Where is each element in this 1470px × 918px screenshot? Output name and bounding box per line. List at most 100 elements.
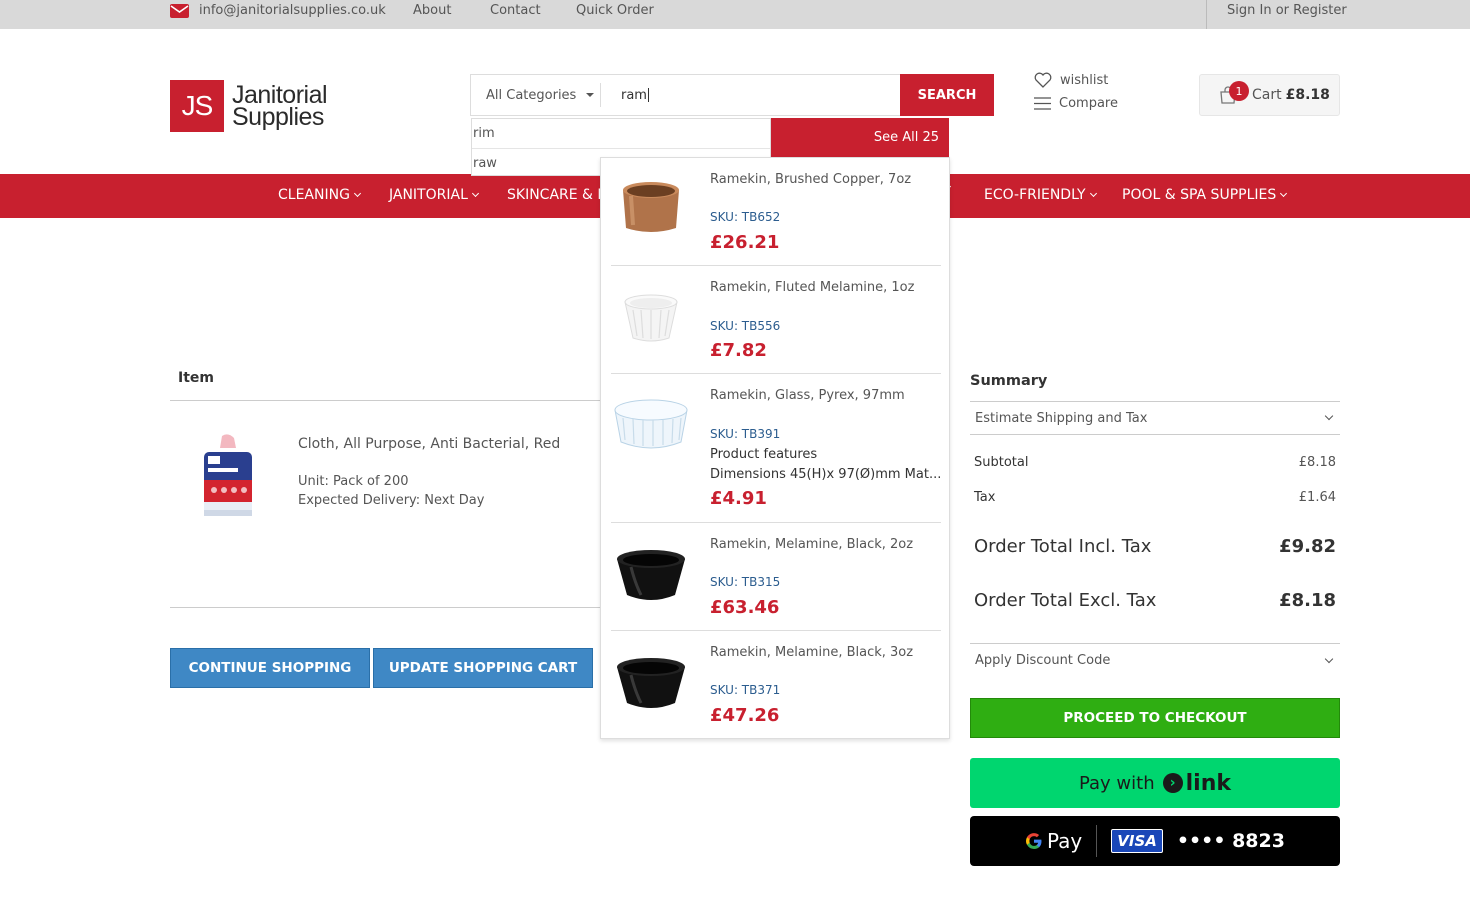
- result-sku: SKU: TB652: [710, 210, 781, 224]
- search-result-item[interactable]: Ramekin, Brushed Copper, 7oz SKU: TB652 …: [611, 158, 941, 266]
- continue-shopping-button[interactable]: CONTINUE SHOPPING: [170, 648, 370, 688]
- result-price: £7.82: [710, 340, 767, 361]
- search-result-item[interactable]: Ramekin, Melamine, Black, 2oz SKU: TB315…: [611, 523, 941, 631]
- gpay-logo: Pay: [1025, 829, 1082, 853]
- pay-with-link-button[interactable]: Pay with › link: [970, 758, 1340, 808]
- about-link[interactable]: About: [413, 3, 451, 18]
- menu-lines-icon: [1034, 97, 1051, 110]
- subtotal-label: Subtotal: [974, 455, 1029, 470]
- compare-link[interactable]: Compare: [1034, 96, 1118, 111]
- estimate-shipping-toggle[interactable]: Estimate Shipping and Tax: [970, 401, 1340, 435]
- product-image[interactable]: [200, 432, 256, 522]
- search-button[interactable]: SEARCH: [900, 74, 994, 116]
- topbar-divider: [1206, 0, 1207, 29]
- visa-card-icon: VISA: [1111, 829, 1163, 853]
- result-sku: SKU: TB391: [710, 427, 781, 441]
- search-result-item[interactable]: Ramekin, Melamine, Black, 3oz SKU: TB371…: [611, 631, 941, 739]
- or-text: or: [1275, 3, 1290, 18]
- cart-count-badge: 1: [1229, 81, 1249, 101]
- search-result-item[interactable]: Ramekin, Glass, Pyrex, 97mm SKU: TB391 P…: [611, 374, 941, 523]
- email-link[interactable]: info@janitorialsupplies.co.uk: [170, 3, 386, 18]
- nav-skincare[interactable]: SKINCARE & H: [507, 187, 608, 203]
- product-unit: Unit: Pack of 200: [298, 474, 409, 489]
- discount-code-toggle[interactable]: Apply Discount Code: [970, 643, 1340, 677]
- gpay-label: Pay: [1047, 829, 1083, 853]
- search-query: ram: [621, 87, 647, 103]
- tax-label: Tax: [974, 490, 996, 505]
- result-name: Ramekin, Fluted Melamine, 1oz: [710, 280, 915, 295]
- subtotal-row: Subtotal £8.18: [974, 455, 1336, 470]
- caret-down-icon: [586, 93, 595, 97]
- result-thumbnail: [623, 182, 679, 232]
- result-name: Ramekin, Glass, Pyrex, 97mm: [710, 388, 905, 403]
- chevron-down-icon: [1324, 411, 1334, 421]
- contact-link[interactable]: Contact: [490, 3, 541, 18]
- arrow-right-icon: ›: [1162, 773, 1183, 793]
- top-bar: info@janitorialsupplies.co.uk About Cont…: [0, 0, 1470, 29]
- category-select[interactable]: All Categories: [471, 83, 601, 107]
- order-total-incl-row: Order Total Incl. Tax £9.82: [974, 536, 1336, 557]
- product-name-link[interactable]: Cloth, All Purpose, Anti Bacterial, Red: [298, 436, 560, 452]
- category-value: All Categories: [486, 87, 577, 103]
- result-name: Ramekin, Brushed Copper, 7oz: [710, 172, 912, 187]
- card-number-masked: •••• 8823: [1176, 830, 1285, 852]
- google-g-icon: [1026, 833, 1042, 849]
- register-link[interactable]: Register: [1293, 3, 1347, 18]
- chevron-down-icon: [471, 189, 479, 198]
- subtotal-value: £8.18: [1298, 455, 1336, 470]
- result-thumbnail: [614, 399, 688, 449]
- paylink-text: Pay with: [1078, 772, 1155, 794]
- update-cart-button[interactable]: UPDATE SHOPPING CART: [373, 648, 593, 688]
- search-result-item[interactable]: Ramekin, Fluted Melamine, 1oz SKU: TB556…: [611, 266, 941, 374]
- wishlist-link[interactable]: wishlist: [1034, 72, 1108, 88]
- email-text: info@janitorialsupplies.co.uk: [199, 3, 386, 18]
- nav-label: CLEANING: [278, 187, 350, 203]
- quick-order-link[interactable]: Quick Order: [576, 3, 654, 18]
- summary-title: Summary: [970, 373, 1048, 389]
- gpay-divider: [1096, 825, 1098, 857]
- product-delivery: Expected Delivery: Next Day: [298, 493, 485, 508]
- google-pay-button[interactable]: Pay VISA •••• 8823: [970, 816, 1340, 866]
- result-sku: SKU: TB556: [710, 319, 781, 333]
- search-bar: All Categories ram SEARCH: [470, 74, 994, 116]
- tax-value: £1.64: [1298, 490, 1336, 505]
- result-sku: SKU: TB315: [710, 575, 781, 589]
- envelope-icon: [170, 3, 189, 18]
- order-total-incl-value: £9.82: [1279, 536, 1336, 557]
- result-sku: SKU: TB371: [710, 683, 781, 697]
- suggestion-item[interactable]: rim: [472, 119, 770, 148]
- logo-mark: JS: [170, 80, 224, 132]
- order-total-excl-label: Order Total Excl. Tax: [974, 590, 1157, 611]
- nav-label: ECO-FRIENDLY: [984, 187, 1086, 203]
- chevron-down-icon: [1324, 654, 1334, 663]
- nav-label: POOL & SPA SUPPLIES: [1122, 187, 1277, 203]
- result-price: £26.21: [710, 232, 780, 253]
- link-wordmark: link: [1185, 770, 1231, 796]
- see-all-results-button[interactable]: See All 25: [771, 118, 949, 157]
- site-logo[interactable]: JS Janitorial Supplies: [170, 80, 328, 132]
- chevron-down-icon: [353, 189, 361, 198]
- nav-janitorial[interactable]: JANITORIAL: [389, 187, 479, 203]
- chevron-down-icon: [1089, 189, 1097, 198]
- result-thumbnail: [617, 550, 685, 600]
- logo-wordmark: Janitorial Supplies: [232, 83, 328, 130]
- nav-pool-spa[interactable]: POOL & SPA SUPPLIES: [1122, 187, 1288, 203]
- estimate-shipping-label: Estimate Shipping and Tax: [975, 410, 1148, 426]
- order-total-excl-row: Order Total Excl. Tax £8.18: [974, 590, 1336, 611]
- link-logo: › link: [1162, 770, 1231, 796]
- wishlist-label: wishlist: [1060, 72, 1109, 88]
- mini-cart-button[interactable]: 1 Cart £8.18: [1199, 74, 1340, 116]
- search-input[interactable]: ram: [601, 75, 900, 115]
- nav-label: SKINCARE & H: [507, 187, 608, 203]
- result-price: £63.46: [710, 597, 780, 618]
- cart-label: Cart: [1252, 87, 1282, 103]
- tax-row: Tax £1.64: [974, 490, 1336, 505]
- cart-divider: [170, 607, 600, 608]
- result-features-text: Dimensions 45(H)x 97(Ø)mm Mat...: [710, 467, 942, 482]
- search-results-dropdown: Ramekin, Brushed Copper, 7oz SKU: TB652 …: [600, 157, 950, 739]
- nav-eco-friendly[interactable]: ECO-FRIENDLY: [984, 187, 1097, 203]
- result-features-title: Product features: [710, 447, 818, 462]
- sign-in-link[interactable]: Sign In: [1227, 3, 1272, 18]
- nav-cleaning[interactable]: CLEANING: [278, 187, 361, 203]
- proceed-to-checkout-button[interactable]: PROCEED TO CHECKOUT: [970, 698, 1340, 738]
